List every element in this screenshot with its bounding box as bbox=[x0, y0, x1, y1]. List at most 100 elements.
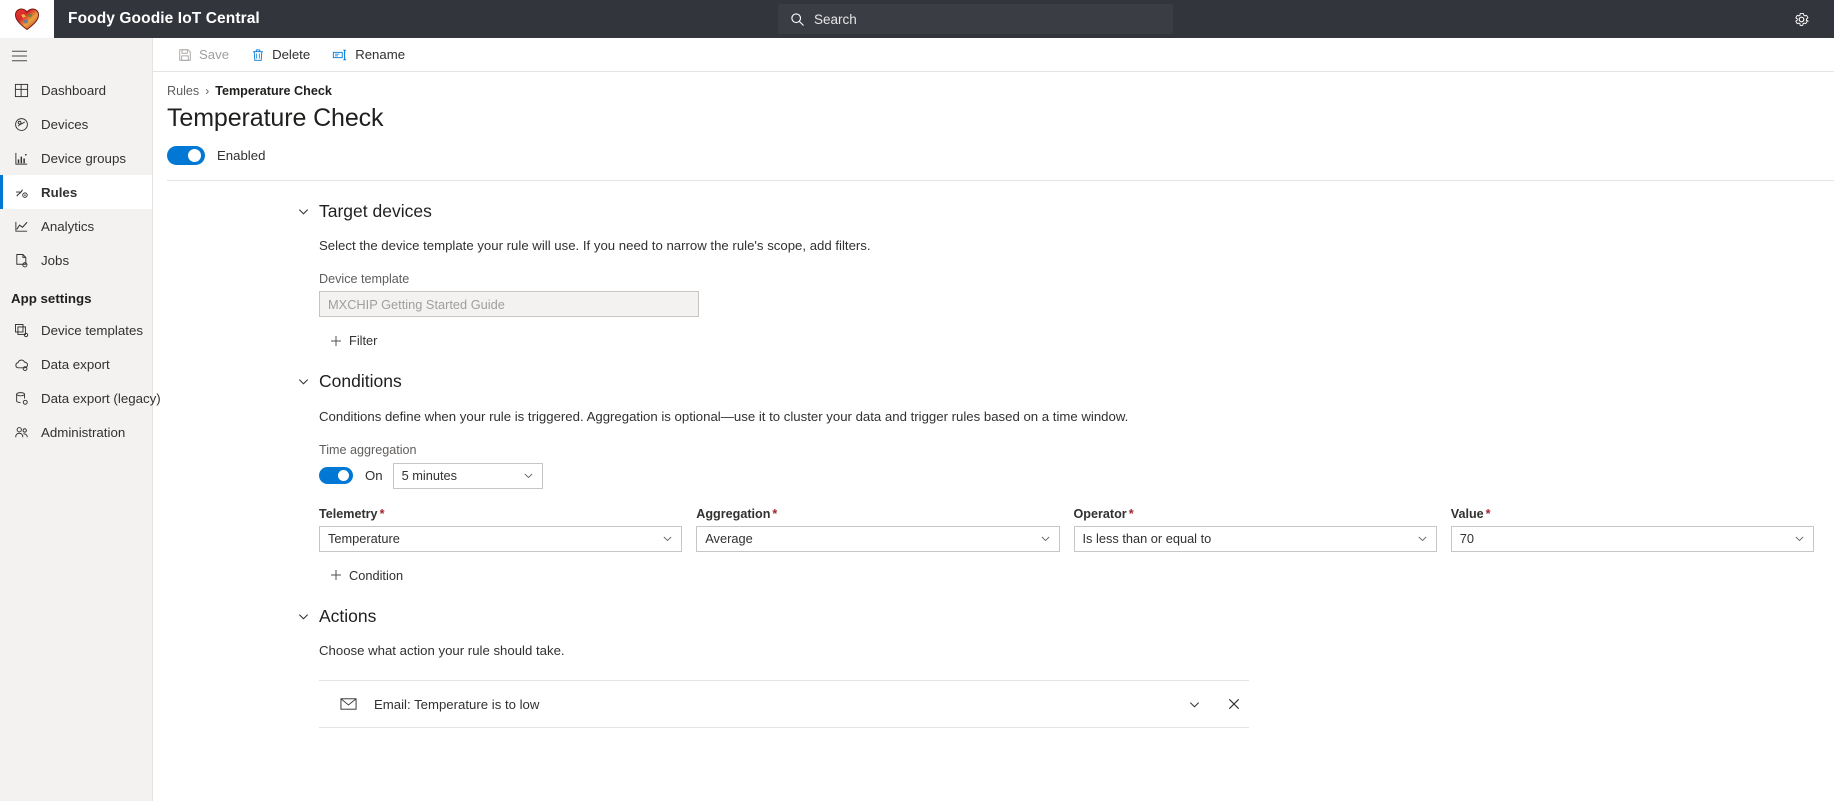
app-title: Foody Goodie IoT Central bbox=[68, 10, 260, 27]
administration-people-icon bbox=[10, 425, 32, 440]
sidebar-item-dashboard[interactable]: Dashboard bbox=[0, 73, 152, 107]
actions-section-header[interactable]: Actions bbox=[298, 603, 1834, 629]
value-value: 70 bbox=[1459, 531, 1474, 546]
condition-labels-row: Telemetry * Temperature Aggregation * Av… bbox=[319, 507, 1834, 552]
sidebar-item-data-export-legacy[interactable]: Data export (legacy) bbox=[0, 381, 161, 415]
operator-label: Operator * bbox=[1074, 507, 1437, 521]
global-search-box[interactable]: Search bbox=[778, 4, 1173, 34]
jobs-document-icon bbox=[10, 253, 32, 268]
time-aggregation-block: Time aggregation On 5 minutes bbox=[319, 443, 1834, 489]
operator-label-text: Operator bbox=[1073, 506, 1127, 521]
sidebar-collapse-button[interactable] bbox=[0, 38, 152, 73]
devices-chip-icon bbox=[10, 117, 32, 132]
value-select[interactable]: 70 bbox=[1450, 525, 1814, 552]
sidebar-item-jobs[interactable]: Jobs bbox=[0, 243, 152, 277]
search-placeholder-text: Search bbox=[814, 11, 857, 27]
main-content-area: Save Delete Rename Rules › Temperature C… bbox=[153, 38, 1834, 801]
plus-icon bbox=[330, 335, 342, 347]
device-template-input[interactable]: MXCHIP Getting Started Guide bbox=[319, 291, 699, 317]
operator-select[interactable]: Is less than or equal to bbox=[1073, 525, 1437, 552]
action-remove-button[interactable] bbox=[1219, 689, 1249, 719]
dashboard-grid-icon bbox=[10, 83, 32, 98]
condition-fields-block: Telemetry * Temperature Aggregation * Av… bbox=[319, 507, 1834, 552]
chevron-down-icon bbox=[1040, 533, 1051, 544]
sidebar-section-title: App settings bbox=[11, 291, 92, 306]
device-groups-chart-icon bbox=[10, 151, 32, 166]
required-marker: * bbox=[772, 506, 778, 521]
device-templates-stack-icon bbox=[10, 323, 32, 338]
time-window-value: 5 minutes bbox=[401, 468, 458, 483]
sidebar-item-label: Device groups bbox=[41, 150, 126, 166]
sidebar-item-analytics[interactable]: Analytics bbox=[0, 209, 152, 243]
delete-label: Delete bbox=[272, 47, 311, 62]
device-template-label: Device template bbox=[319, 272, 410, 286]
delete-button[interactable]: Delete bbox=[242, 40, 319, 70]
target-devices-description: Select the device template your rule wil… bbox=[319, 238, 871, 253]
time-window-select[interactable]: 5 minutes bbox=[392, 462, 543, 489]
plus-icon bbox=[330, 569, 342, 581]
sidebar-item-label: Analytics bbox=[41, 218, 95, 234]
sidebar-item-administration[interactable]: Administration bbox=[0, 415, 152, 449]
left-navigation-sidebar: Dashboard Devices Device groups Rules An… bbox=[0, 38, 161, 801]
sidebar-item-device-templates[interactable]: Device templates bbox=[0, 313, 152, 347]
command-bar: Save Delete Rename bbox=[153, 38, 1834, 72]
operator-value: Is less than or equal to bbox=[1082, 531, 1212, 546]
chevron-down-icon bbox=[1189, 701, 1199, 707]
telemetry-label-text: Telemetry bbox=[319, 506, 378, 521]
conditions-section-header[interactable]: Conditions bbox=[298, 369, 1834, 395]
settings-button[interactable] bbox=[1780, 0, 1822, 38]
rule-enabled-label: Enabled bbox=[217, 148, 266, 163]
rename-button[interactable]: Rename bbox=[323, 40, 414, 70]
aggregation-select[interactable]: Average bbox=[696, 525, 1060, 552]
add-condition-button[interactable]: Condition bbox=[330, 568, 403, 583]
actions-description: Choose what action your rule should take… bbox=[319, 643, 565, 658]
iot-central-app: Foody Goodie IoT Central Search Dashboar… bbox=[0, 0, 1834, 801]
heart-logo-icon bbox=[14, 8, 40, 31]
aggregation-field-group: Aggregation * Average bbox=[696, 507, 1060, 552]
target-devices-section-header[interactable]: Target devices bbox=[298, 198, 1834, 224]
page-title: Temperature Check bbox=[167, 104, 384, 132]
sidebar-item-label: Jobs bbox=[41, 252, 70, 268]
section-title: Actions bbox=[319, 605, 377, 626]
app-logo[interactable] bbox=[0, 0, 54, 38]
rule-enabled-toggle[interactable] bbox=[167, 146, 205, 165]
sidebar-item-label: Dashboard bbox=[41, 82, 107, 98]
add-filter-button[interactable]: Filter bbox=[330, 333, 377, 348]
chevron-down-icon[interactable] bbox=[287, 369, 319, 395]
action-expand-button[interactable] bbox=[1179, 689, 1209, 719]
sidebar-item-data-export[interactable]: Data export bbox=[0, 347, 152, 381]
email-envelope-icon bbox=[340, 697, 357, 711]
breadcrumb-rules-link[interactable]: Rules bbox=[167, 84, 199, 98]
close-x-icon bbox=[1228, 698, 1240, 710]
time-aggregation-toggle[interactable] bbox=[319, 467, 353, 484]
telemetry-select[interactable]: Temperature bbox=[319, 525, 683, 552]
sidebar-item-label: Rules bbox=[41, 184, 78, 200]
chevron-down-icon[interactable] bbox=[287, 603, 319, 629]
value-label-text: Value bbox=[1450, 506, 1484, 521]
action-item-label: Email: Temperature is to low bbox=[374, 696, 540, 712]
toggle-knob bbox=[338, 470, 349, 481]
telemetry-label: Telemetry * bbox=[319, 507, 682, 521]
value-label: Value * bbox=[1451, 507, 1814, 521]
chevron-down-icon[interactable] bbox=[287, 198, 319, 224]
chevron-down-icon bbox=[1417, 533, 1428, 544]
page-scroll-region[interactable]: Rules › Temperature Check Temperature Ch… bbox=[153, 72, 1834, 801]
section-title: Conditions bbox=[319, 371, 402, 391]
action-item-row[interactable]: Email: Temperature is to low bbox=[319, 681, 1249, 727]
top-header-bar: Foody Goodie IoT Central Search bbox=[0, 0, 1834, 38]
required-marker: * bbox=[1128, 506, 1134, 521]
toggle-knob bbox=[188, 149, 201, 162]
conditions-description: Conditions define when your rule is trig… bbox=[319, 408, 1129, 424]
chevron-down-icon bbox=[662, 533, 673, 544]
sidebar-item-devices[interactable]: Devices bbox=[0, 107, 152, 141]
rename-tag-icon bbox=[332, 48, 348, 62]
telemetry-value: Temperature bbox=[328, 531, 400, 546]
device-template-value: MXCHIP Getting Started Guide bbox=[328, 296, 505, 312]
aggregation-label: Aggregation * bbox=[696, 507, 1059, 521]
aggregation-value: Average bbox=[705, 531, 753, 546]
sidebar-item-rules[interactable]: Rules bbox=[0, 175, 152, 209]
telemetry-field-group: Telemetry * Temperature bbox=[319, 507, 683, 552]
chevron-down-icon bbox=[1794, 533, 1805, 544]
save-button[interactable]: Save bbox=[169, 40, 238, 70]
sidebar-item-device-groups[interactable]: Device groups bbox=[0, 141, 152, 175]
